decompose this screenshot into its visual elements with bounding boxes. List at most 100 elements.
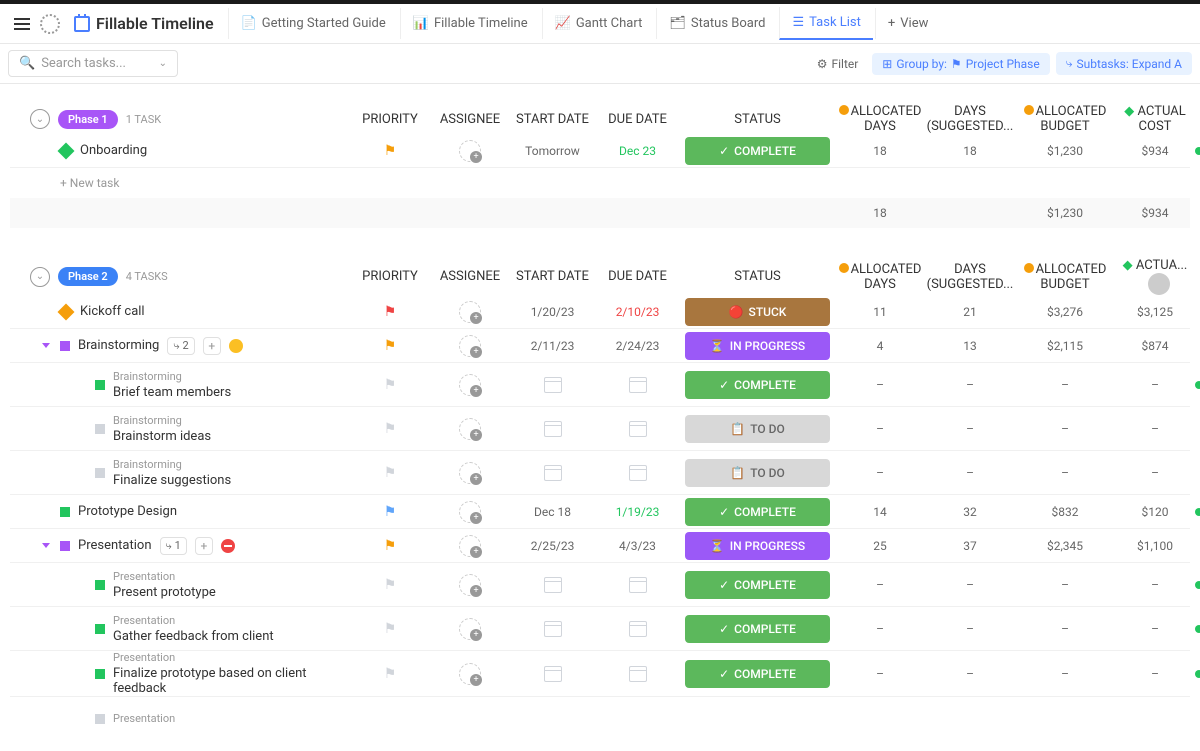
flag-icon: ⚑ (384, 338, 397, 354)
flag-icon: ⚑ (384, 304, 397, 320)
avatar-add-icon[interactable] (459, 663, 481, 685)
avatar-add-icon[interactable] (459, 140, 481, 162)
collapse-phase1[interactable]: ⌄ (30, 109, 50, 129)
subtask-row[interactable]: PresentationGather feedback from client … (10, 607, 1190, 651)
task-name[interactable]: Brainstorm ideas (113, 429, 211, 444)
avatar-add-icon[interactable] (459, 501, 481, 523)
status-square-icon (95, 669, 105, 679)
avatar-add-icon[interactable] (459, 301, 481, 323)
status-cell[interactable]: ✓COMPLETE (680, 137, 835, 165)
subtask-row[interactable]: PresentationPresent prototype ⚑ ✓COMPLET… (10, 563, 1190, 607)
avatar-add-icon[interactable] (459, 618, 481, 640)
tab-task-list[interactable]: ☰Task List (779, 7, 872, 40)
check-icon: ✓ (719, 378, 729, 392)
phase1-summary: 18 $1,230 $934 (10, 198, 1190, 228)
tab-add-view[interactable]: +View (875, 8, 941, 39)
search-icon: 🔍 (19, 56, 35, 71)
add-subtask-button[interactable]: + (203, 337, 221, 355)
flag-icon: ⚑ (384, 538, 397, 554)
task-row[interactable]: Prototype Design ⚑ Dec 18 1/19/23 ✓COMPL… (10, 495, 1190, 529)
col-start-date[interactable]: START DATE (510, 112, 595, 127)
col-assignee[interactable]: ASSIGNEE (430, 112, 510, 127)
blocked-icon (221, 539, 235, 553)
progress-icon: ⏳ (710, 339, 725, 353)
task-row[interactable]: Presentation ⤷1 + ⚑ 2/25/23 4/3/23 ⏳IN P… (10, 529, 1190, 563)
avatar-add-icon[interactable] (459, 535, 481, 557)
col-due-date[interactable]: DUE DATE (595, 112, 680, 127)
subtask-row[interactable]: BrainstormingBrainstorm ideas ⚑ 📋TO DO –… (10, 407, 1190, 451)
phase2-badge[interactable]: Phase 2 (58, 267, 118, 286)
avatar-add-icon[interactable] (459, 574, 481, 596)
tab-status-board[interactable]: 🗂Status Board (656, 8, 777, 39)
task-name[interactable]: Gather feedback from client (113, 629, 274, 644)
calendar-empty-icon (629, 577, 647, 593)
add-subtask-button[interactable]: + (195, 537, 213, 555)
suggested-days-cell[interactable]: 18 (925, 144, 1015, 158)
task-name[interactable]: Prototype Design (78, 504, 177, 519)
menu-icon[interactable] (8, 12, 36, 36)
start-date-cell[interactable]: Tomorrow (510, 144, 595, 158)
new-task-button[interactable]: + New task (10, 168, 1190, 198)
avatar-add-icon[interactable] (459, 462, 481, 484)
subtask-row[interactable]: Presentation (10, 697, 1190, 741)
doc-icon: 📄 (241, 16, 257, 31)
task-name[interactable]: Finalize prototype based on client feedb… (113, 666, 307, 696)
status-square-icon (60, 541, 70, 551)
subtask-count[interactable]: ⤷2 (167, 337, 194, 355)
task-row[interactable]: Brainstorming ⤷2 + ⚑ 2/11/23 2/24/23 ⏳IN… (10, 329, 1190, 363)
subtask-row[interactable]: PresentationFinalize prototype based on … (10, 651, 1190, 697)
col-actual-cost[interactable]: ◆ ACTUAL COST (1115, 104, 1195, 134)
todo-icon: 📋 (730, 466, 745, 480)
task-name[interactable]: Onboarding (80, 143, 147, 158)
allocated-days-cell[interactable]: 18 (835, 144, 925, 158)
collapse-phase2[interactable]: ⌄ (30, 267, 50, 287)
board-icon: 🗂 (669, 16, 686, 31)
phase1-badge[interactable]: Phase 1 (58, 110, 118, 129)
col-status[interactable]: STATUS (680, 112, 835, 127)
chevron-down-icon[interactable]: ⌄ (159, 58, 167, 69)
cost-cell[interactable]: $934 (1115, 144, 1195, 158)
col-priority[interactable]: PRIORITY (350, 112, 430, 127)
calendar-empty-icon (544, 421, 562, 437)
task-name[interactable]: Finalize suggestions (113, 473, 231, 488)
subtask-count[interactable]: ⤷1 (160, 537, 187, 555)
task-name[interactable]: Brainstorming (78, 338, 159, 353)
search-input[interactable]: 🔍 Search tasks... ⌄ (8, 50, 178, 77)
task-row[interactable]: Onboarding ⚑ Tomorrow Dec 23 ✓COMPLETE 1… (10, 134, 1190, 168)
budget-cell[interactable]: $1,230 (1015, 144, 1115, 158)
todo-icon: 📋 (730, 422, 745, 436)
task-name[interactable]: Present prototype (113, 585, 216, 600)
col-days-suggested[interactable]: DAYS (SUGGESTED... (925, 104, 1015, 134)
task-row[interactable]: Kickoff call ⚑ 1/20/23 2/10/23 🔴STUCK 11… (10, 295, 1190, 329)
tab-gantt-chart[interactable]: 📈Gantt Chart (542, 8, 655, 39)
subtask-row[interactable]: BrainstormingFinalize suggestions ⚑ 📋TO … (10, 451, 1190, 495)
priority-cell[interactable]: ⚑ (350, 143, 430, 159)
groupby-button[interactable]: ⊞Group by:⚑Project Phase (872, 53, 1049, 75)
status-square-icon (95, 468, 105, 478)
tab-fillable-timeline[interactable]: 📊Fillable Timeline (400, 8, 540, 39)
due-date-cell[interactable]: Dec 23 (595, 144, 680, 158)
subtask-row[interactable]: BrainstormingBrief team members ⚑ ✓COMPL… (10, 363, 1190, 407)
phase2-count: 4 TASKS (126, 270, 168, 283)
avatar-add-icon[interactable] (459, 418, 481, 440)
avatar-add-icon[interactable] (459, 335, 481, 357)
subtasks-button[interactable]: ⤷Subtasks: Expand A (1056, 52, 1192, 75)
task-name[interactable]: Brief team members (113, 385, 231, 400)
col-allocated-days[interactable]: ALLOCATED DAYS (835, 104, 925, 134)
check-icon: ✓ (719, 144, 729, 158)
check-icon: ✓ (719, 667, 729, 681)
expand-icon[interactable] (42, 343, 50, 348)
summary-days: 18 (835, 206, 925, 220)
status-dot-icon (1195, 670, 1200, 678)
task-name[interactable]: Kickoff call (80, 304, 145, 319)
assignee-cell[interactable] (430, 140, 510, 162)
col-allocated-budget[interactable]: ALLOCATED BUDGET (1015, 104, 1115, 134)
list-icon: ☰ (792, 15, 804, 30)
filter-button[interactable]: ⚙Filter (809, 53, 867, 75)
expand-icon[interactable] (42, 543, 50, 548)
avatar-add-icon[interactable] (459, 374, 481, 396)
tab-getting-started[interactable]: 📄Getting Started Guide (228, 8, 398, 39)
title-text: Fillable Timeline (96, 14, 214, 33)
task-name[interactable]: Presentation (78, 538, 152, 553)
status-square-icon (60, 507, 70, 517)
